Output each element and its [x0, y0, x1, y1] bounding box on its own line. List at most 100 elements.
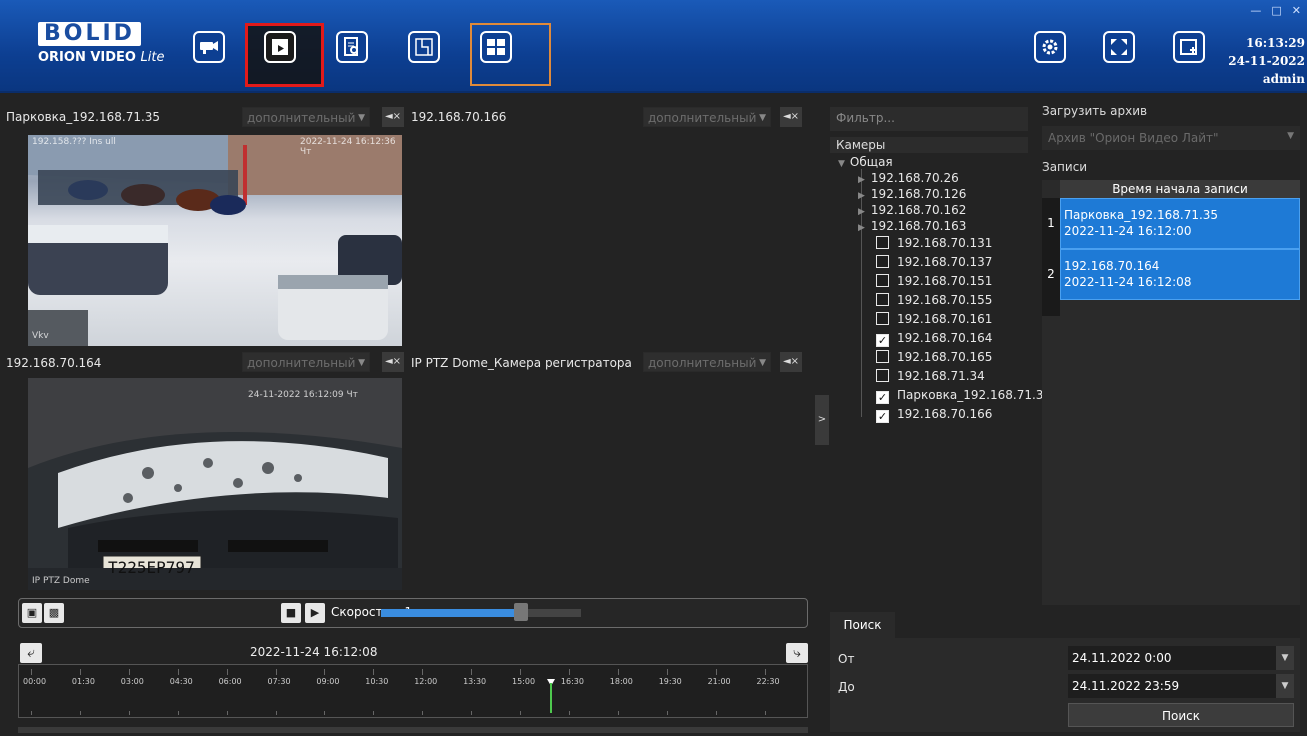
stop-icon[interactable]: ■ — [281, 603, 301, 623]
tree-camera-item[interactable]: 192.168.70.155 — [876, 293, 992, 307]
timeline-tick-minor — [422, 711, 424, 715]
tree-camera-item[interactable]: 192.168.70.161 — [876, 312, 992, 326]
live-camera-icon[interactable] — [193, 31, 225, 63]
tree-folder-label: 192.168.70.162 — [870, 203, 967, 217]
timeline-tick-label: 15:00 — [512, 677, 536, 686]
pane-3-stream-select[interactable]: дополнительный ▼ — [242, 352, 370, 372]
timeline-tick — [715, 669, 717, 675]
timeline[interactable]: 00:00 01:30 03:00 04:30 06:00 07:30 09:00 10:30… — [18, 664, 808, 718]
search-button[interactable]: Поиск — [1068, 703, 1294, 727]
tree-folder[interactable]: ▶ 192.168.70.126 — [858, 187, 966, 201]
pane-1-title: Парковка_192.168.71.35 — [6, 110, 161, 124]
fullscreen-icon[interactable] — [1103, 31, 1135, 63]
tree-camera-item[interactable]: 192.168.71.34 — [876, 369, 985, 383]
tree-group[interactable]: ▼ Общая — [838, 155, 893, 169]
timeline-tick-minor — [79, 711, 81, 715]
tree-camera-item[interactable]: 192.168.70.151 — [876, 274, 992, 288]
tree-folder[interactable]: ▶ 192.168.70.162 — [858, 203, 966, 217]
play-icon[interactable]: ▶ — [305, 603, 325, 623]
pane-1-stream-value: дополнительный — [247, 111, 356, 125]
layout-grid-icon[interactable] — [480, 31, 512, 63]
filter-input[interactable]: Фильтр... — [830, 107, 1028, 131]
checkbox[interactable] — [876, 274, 889, 287]
back-arrow-icon[interactable]: ⤶ — [20, 643, 42, 663]
record-row[interactable]: 192.168.70.164 2022-11-24 16:12:08 — [1060, 249, 1300, 300]
checkbox[interactable] — [876, 255, 889, 268]
pane-4-video[interactable] — [411, 376, 807, 590]
timeline-tick-minor — [764, 711, 766, 715]
collapse-panel-button[interactable]: > — [815, 395, 829, 445]
tree-camera-item[interactable]: ✓ Парковка_192.168.71.3 — [876, 388, 1043, 404]
minimize-icon[interactable]: — — [1250, 4, 1261, 17]
pane-2-stream-select[interactable]: дополнительный ▼ — [643, 107, 771, 127]
pane-4-mute-icon[interactable]: ◄× — [780, 352, 802, 372]
timeline-tick-label: 03:00 — [120, 677, 144, 686]
tree-camera-item[interactable]: ✓ 192.168.70.164 — [876, 331, 992, 347]
row-index: 1 — [1047, 216, 1055, 230]
checkbox[interactable] — [876, 350, 889, 363]
record-name: Парковка_192.168.71.35 — [1064, 208, 1219, 222]
from-label: От — [838, 652, 855, 666]
to-dropdown-icon[interactable]: ▼ — [1276, 674, 1294, 698]
close-icon[interactable]: ✕ — [1292, 4, 1301, 17]
pane-4-stream-select[interactable]: дополнительный ▼ — [643, 352, 771, 372]
pane-1-stream-select[interactable]: дополнительный ▼ — [242, 107, 370, 127]
camera-label: 192.168.71.34 — [897, 369, 985, 383]
maximize-icon[interactable]: □ — [1271, 4, 1281, 17]
timeline-tick-label: 13:30 — [463, 677, 487, 686]
pane-2-video[interactable] — [411, 130, 807, 346]
timeline-tick-label: 07:30 — [267, 677, 291, 686]
timeline-cursor[interactable] — [550, 683, 552, 713]
tree-camera-item[interactable]: 192.168.70.165 — [876, 350, 992, 364]
chevron-right-icon: ▶ — [858, 207, 865, 217]
archive-select-value: Архив "Орион Видео Лайт" — [1048, 131, 1219, 145]
pane-3-mute-icon[interactable]: ◄× — [382, 352, 404, 372]
timeline-tick — [31, 669, 32, 675]
tree-folder-label: 192.168.70.126 — [870, 187, 967, 201]
to-datetime-field[interactable]: 24.11.2022 23:59 — [1068, 674, 1282, 698]
checkbox[interactable]: ✓ — [876, 410, 889, 423]
archive-label: Загрузить архив — [1042, 104, 1148, 118]
timeline-tick-label: 19:30 — [658, 677, 682, 686]
speed-slider-handle[interactable] — [514, 603, 528, 621]
chevron-down-icon: ▼ — [358, 358, 365, 368]
checkbox[interactable] — [876, 236, 889, 249]
pane-3-overlay-timestamp: 24-11-2022 16:12:09 Чт — [248, 390, 358, 400]
record-row[interactable]: Парковка_192.168.71.35 2022-11-24 16:12:… — [1060, 198, 1300, 249]
pane-2-header: 192.168.70.166 — [411, 106, 506, 128]
pane-1-mute-icon[interactable]: ◄× — [382, 107, 404, 127]
save-icon[interactable]: ▩ — [44, 603, 64, 623]
records-table: Время начала записи 1 Парковка_192.168.7… — [1042, 180, 1300, 605]
timeline-tick-label: 04:30 — [169, 677, 193, 686]
archive-playback-icon[interactable] — [264, 31, 296, 63]
from-dropdown-icon[interactable]: ▼ — [1276, 646, 1294, 670]
settings-gear-icon[interactable] — [1034, 31, 1066, 63]
checkbox[interactable] — [876, 369, 889, 382]
report-search-icon[interactable] — [336, 31, 368, 63]
pane-3-video[interactable]: 24-11-2022 16:12:09 Чт T225EP797 IP PTZ … — [28, 378, 402, 590]
plan-map-icon[interactable] — [408, 31, 440, 63]
tab-search[interactable]: Поиск — [830, 612, 895, 638]
records-label: Записи — [1042, 160, 1088, 174]
tree-camera-item[interactable]: ✓ 192.168.70.166 — [876, 407, 992, 423]
checkbox[interactable] — [876, 312, 889, 325]
from-datetime-field[interactable]: 24.11.2022 0:00 — [1068, 646, 1282, 670]
pane-2-mute-icon[interactable]: ◄× — [780, 107, 802, 127]
checkbox[interactable]: ✓ — [876, 391, 889, 404]
pane-3-header: 192.168.70.164 — [6, 352, 101, 374]
pane-3-overlay-label: IP PTZ Dome — [32, 576, 90, 586]
tree-folder[interactable]: ▶ 192.168.70.163 — [858, 219, 966, 233]
pane-1-video[interactable]: 192.158.??? Ins ull 2022-11-24 16:12:36 … — [28, 135, 402, 346]
checkbox[interactable] — [876, 293, 889, 306]
tree-folder[interactable]: ▶ 192.168.70.26 — [858, 171, 959, 185]
tree-camera-item[interactable]: 192.168.70.137 — [876, 255, 992, 269]
tree-camera-item[interactable]: 192.168.70.131 — [876, 236, 992, 250]
horizontal-scrollbar[interactable] — [18, 727, 808, 733]
pane-4-title: IP PTZ Dome_Камера регистратора — [411, 356, 632, 370]
new-window-icon[interactable] — [1173, 31, 1205, 63]
forward-arrow-icon[interactable]: ⤷ — [786, 643, 808, 663]
snapshot-icon[interactable]: ▣ — [22, 603, 42, 623]
archive-select[interactable]: Архив "Орион Видео Лайт" ▼ — [1042, 126, 1300, 150]
speed-slider[interactable] — [381, 609, 581, 617]
checkbox[interactable]: ✓ — [876, 334, 889, 347]
